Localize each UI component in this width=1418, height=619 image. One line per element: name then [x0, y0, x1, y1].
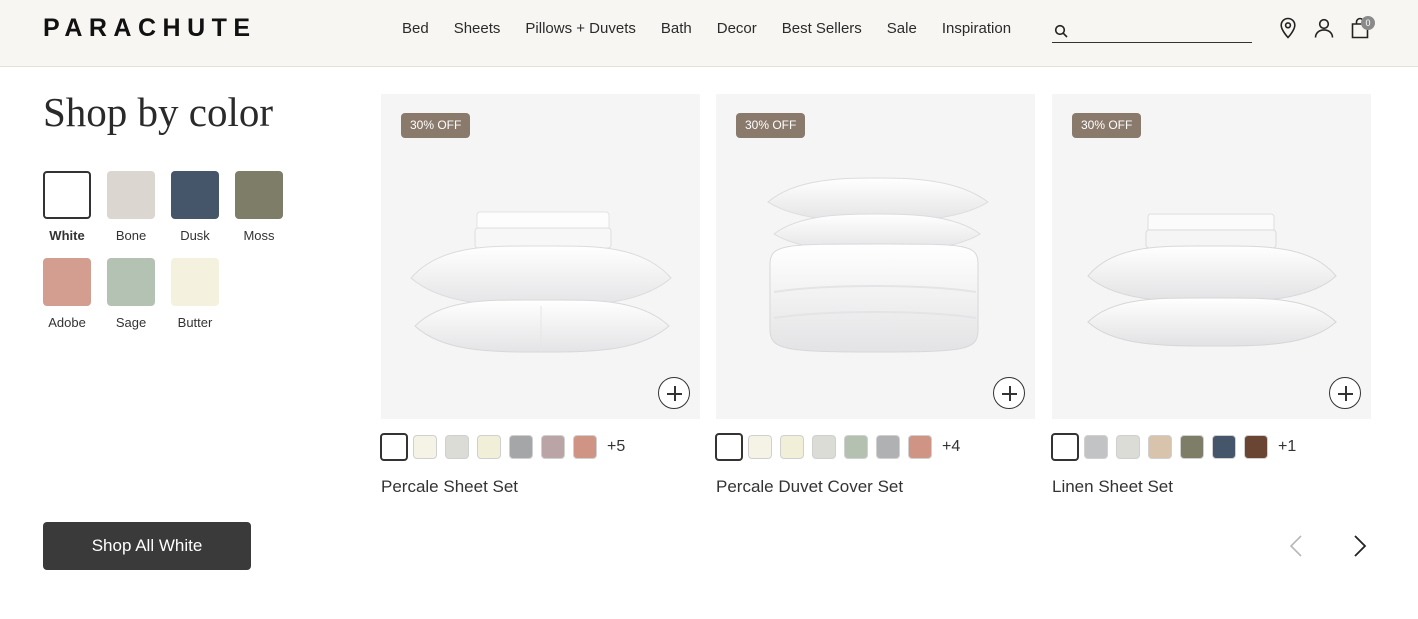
search-input[interactable]: [1074, 20, 1250, 42]
product-color-swatch[interactable]: [509, 435, 533, 459]
site-header: PARACHUTE Bed Sheets Pillows + Duvets Ba…: [0, 0, 1418, 67]
swatch-color: [171, 171, 219, 219]
product-image[interactable]: 30% OFF: [1052, 94, 1371, 419]
main-nav: Bed Sheets Pillows + Duvets Bath Decor B…: [402, 20, 1036, 37]
nav-decor[interactable]: Decor: [717, 20, 757, 37]
search-bar: [1052, 20, 1252, 43]
product-name[interactable]: Percale Duvet Cover Set: [716, 477, 1035, 497]
brand-logo[interactable]: PARACHUTE: [43, 14, 257, 43]
swatch-label: Sage: [115, 315, 147, 330]
product-color-swatch[interactable]: [413, 435, 437, 459]
carousel-next-arrow-icon[interactable]: [1346, 532, 1374, 560]
discount-badge: 30% OFF: [401, 113, 471, 138]
linen-sheet-set-image: [1087, 213, 1337, 347]
product-swatches: +5: [380, 433, 700, 461]
swatch-color: [171, 258, 219, 306]
more-colors-count[interactable]: +5: [607, 438, 625, 456]
discount-badge: 30% OFF: [736, 113, 806, 138]
product-color-swatch[interactable]: [812, 435, 836, 459]
product-color-swatch[interactable]: [1180, 435, 1204, 459]
product-color-swatch[interactable]: [844, 435, 868, 459]
product-image[interactable]: 30% OFF: [716, 94, 1035, 419]
swatch-color: [107, 171, 155, 219]
product-color-swatch[interactable]: [1148, 435, 1172, 459]
swatch-label: Moss: [243, 228, 275, 243]
duvet-set-image: [767, 177, 989, 353]
swatch-moss[interactable]: Moss: [235, 171, 283, 243]
account-icon[interactable]: [1312, 16, 1336, 40]
swatch-white[interactable]: White: [43, 171, 91, 243]
product-color-swatch[interactable]: [380, 433, 408, 461]
product-color-swatch[interactable]: [780, 435, 804, 459]
swatch-color: [43, 258, 91, 306]
nav-inspiration[interactable]: Inspiration: [942, 20, 1011, 37]
swatch-sage[interactable]: Sage: [107, 258, 155, 330]
swatch-label: Butter: [177, 315, 213, 330]
sheet-set-image: [410, 211, 672, 353]
swatch-color: [235, 171, 283, 219]
swatch-label: Dusk: [180, 228, 210, 243]
product-color-swatch[interactable]: [876, 435, 900, 459]
product-name[interactable]: Linen Sheet Set: [1052, 477, 1371, 497]
product-image[interactable]: 30% OFF: [381, 94, 700, 419]
more-colors-count[interactable]: +1: [1278, 438, 1296, 456]
swatch-dusk[interactable]: Dusk: [171, 171, 219, 243]
swatch-adobe[interactable]: Adobe: [43, 258, 91, 330]
add-to-cart-plus-icon[interactable]: [1329, 377, 1361, 409]
swatch-color: [43, 171, 91, 219]
shop-all-button[interactable]: Shop All White: [43, 522, 251, 570]
carousel-prev-arrow-icon[interactable]: [1282, 532, 1310, 560]
product-color-swatch[interactable]: [1212, 435, 1236, 459]
add-to-cart-plus-icon[interactable]: [658, 377, 690, 409]
nav-best-sellers[interactable]: Best Sellers: [782, 20, 862, 37]
swatch-label: Adobe: [48, 315, 86, 330]
product-color-swatch[interactable]: [1051, 433, 1079, 461]
product-swatches: +1: [1051, 433, 1371, 461]
product-name[interactable]: Percale Sheet Set: [381, 477, 700, 497]
product-card: 30% OFF +1 Linen Sheet Set: [1051, 94, 1371, 497]
product-color-swatch[interactable]: [477, 435, 501, 459]
swatch-bone[interactable]: Bone: [107, 171, 155, 243]
cart-count-badge: 0: [1361, 16, 1375, 30]
nav-pillows-duvets[interactable]: Pillows + Duvets: [525, 20, 635, 37]
product-color-swatch[interactable]: [1244, 435, 1268, 459]
add-to-cart-plus-icon[interactable]: [993, 377, 1025, 409]
nav-sale[interactable]: Sale: [887, 20, 917, 37]
product-color-swatch[interactable]: [715, 433, 743, 461]
product-color-swatch[interactable]: [908, 435, 932, 459]
nav-bath[interactable]: Bath: [661, 20, 692, 37]
nav-bed[interactable]: Bed: [402, 20, 429, 37]
swatch-butter[interactable]: Butter: [171, 258, 219, 330]
location-icon[interactable]: [1276, 16, 1300, 40]
product-color-swatch[interactable]: [573, 435, 597, 459]
product-swatches: +4: [715, 433, 1035, 461]
search-icon[interactable]: [1054, 24, 1068, 38]
swatch-label: Bone: [115, 228, 147, 243]
product-color-swatch[interactable]: [445, 435, 469, 459]
swatch-color: [107, 258, 155, 306]
product-card: 30% OFF +4 Percale Duvet Cover Set: [715, 94, 1035, 497]
swatch-label: White: [49, 228, 85, 243]
nav-sheets[interactable]: Sheets: [454, 20, 501, 37]
section-title: Shop by color: [43, 89, 274, 135]
product-color-swatch[interactable]: [541, 435, 565, 459]
product-color-swatch[interactable]: [748, 435, 772, 459]
product-color-swatch[interactable]: [1116, 435, 1140, 459]
discount-badge: 30% OFF: [1072, 113, 1142, 138]
product-card: 30% OFF +5 Percale Sheet Set: [380, 94, 700, 497]
product-color-swatch[interactable]: [1084, 435, 1108, 459]
more-colors-count[interactable]: +4: [942, 438, 960, 456]
